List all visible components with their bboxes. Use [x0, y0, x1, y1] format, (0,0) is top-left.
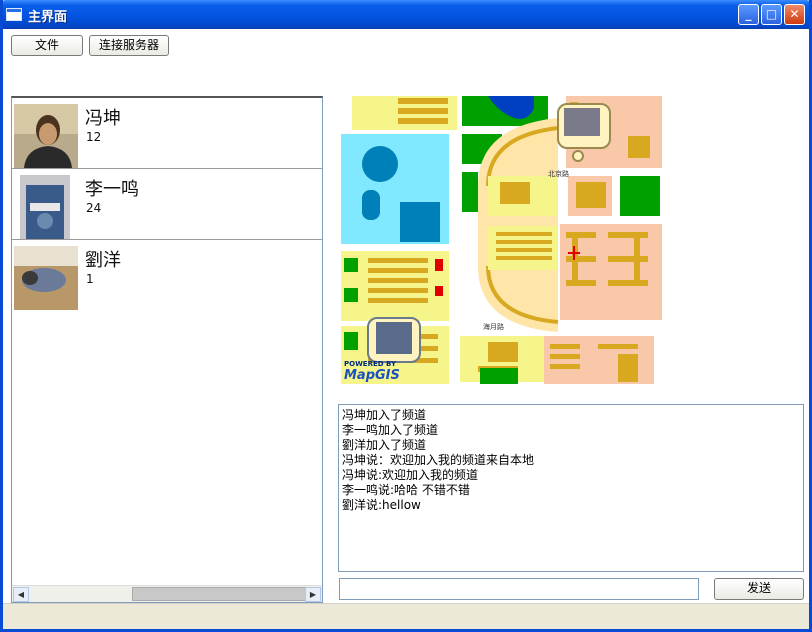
status-bar: [3, 603, 809, 629]
list-item[interactable]: 劉洋 1: [12, 240, 322, 311]
chat-line: 冯坤说：欢迎加入我的频道来自本地: [342, 453, 535, 467]
chat-line: 劉洋加入了频道: [342, 438, 427, 452]
avatar: [14, 246, 78, 310]
minimize-icon: _: [745, 7, 752, 21]
close-button[interactable]: ✕: [784, 4, 805, 25]
chat-line: 李一鸣加入了频道: [342, 423, 439, 437]
map-label-powered: POWERED BY: [344, 360, 397, 368]
contact-name: 劉洋: [85, 250, 121, 271]
map-canvas: [338, 96, 664, 387]
client-area: 文件 连接服务器 冯坤 12 李一鸣 24 劉洋 1 ◀ ▶ POWERED B…: [3, 29, 809, 603]
avatar: [14, 104, 78, 168]
arrow-left-icon: ◀: [17, 590, 25, 599]
chat-log[interactable]: 冯坤加入了频道 李一鸣加入了频道 劉洋加入了频道 冯坤说：欢迎加入我的频道来自本…: [338, 404, 804, 572]
minimize-button[interactable]: _: [738, 4, 759, 25]
map-label-mapgis: MapGIS: [344, 368, 400, 383]
window-app-icon: [6, 8, 22, 21]
chat-line: 冯坤加入了频道: [342, 408, 427, 422]
map-label-beijing-road: 北京路: [548, 170, 569, 178]
window-title: 主界面: [28, 10, 68, 25]
contact-list[interactable]: 冯坤 12 李一鸣 24 劉洋 1 ◀ ▶: [11, 96, 323, 603]
chat-line: 冯坤说:欢迎加入我的频道: [342, 468, 479, 482]
contact-number: 24: [86, 201, 102, 215]
contact-name: 冯坤: [85, 108, 121, 129]
arrow-right-icon: ▶: [309, 590, 317, 599]
file-button[interactable]: 文件: [11, 35, 83, 56]
chat-line: 劉洋说:hellow: [342, 498, 421, 512]
map-label-haiyue-road: 海月路: [483, 323, 504, 331]
map-view[interactable]: POWERED BY MapGIS 海月路 北京路: [338, 96, 664, 387]
scroll-right-button[interactable]: ▶: [305, 587, 321, 602]
contact-number: 1: [86, 272, 94, 286]
maximize-button[interactable]: □: [761, 4, 782, 25]
close-icon: ✕: [789, 7, 800, 21]
connect-server-button[interactable]: 连接服务器: [89, 35, 169, 56]
contact-number: 12: [86, 130, 102, 144]
scroll-left-button[interactable]: ◀: [13, 587, 29, 602]
send-button[interactable]: 发送: [714, 578, 804, 600]
chat-line: 李一鸣说:哈哈 不错不错: [342, 483, 470, 497]
title-bar[interactable]: 主界面 _ □ ✕: [3, 0, 809, 29]
avatar: [20, 175, 84, 239]
main-window: 主界面 _ □ ✕ 文件 连接服务器 冯坤 12 李一鸣 24 劉洋 1 ◀ ▶…: [0, 0, 812, 632]
list-item[interactable]: 冯坤 12: [12, 98, 322, 169]
scroll-thumb[interactable]: [132, 587, 308, 601]
maximize-icon: □: [765, 7, 778, 21]
contact-name: 李一鸣: [85, 179, 139, 200]
horizontal-scrollbar[interactable]: ◀ ▶: [12, 585, 322, 602]
list-item[interactable]: 李一鸣 24: [12, 169, 322, 240]
message-input[interactable]: [339, 578, 699, 600]
